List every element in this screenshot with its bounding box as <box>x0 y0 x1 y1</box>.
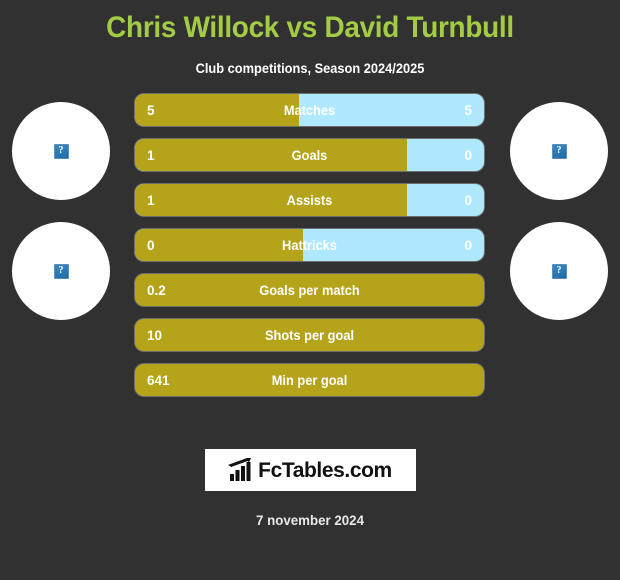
stat-left-value-shots-per-goal: 10 <box>147 327 163 343</box>
avatar-left-player: ? <box>12 102 110 200</box>
stat-row-hattricks: 0 Hattricks 0 <box>135 229 484 261</box>
stat-row-matches: 5 Matches 5 <box>135 94 484 126</box>
stat-left-value-goals-per-match: 0.2 <box>147 282 166 298</box>
avatar-left-club: ? <box>12 222 110 320</box>
stat-fill-goals-per-match <box>135 274 484 306</box>
stat-left-value-min-per-goal: 641 <box>147 372 170 388</box>
fctables-logo[interactable]: FcTables.com <box>204 449 416 491</box>
stat-row-goals: 1 Goals 0 <box>135 139 484 171</box>
broken-image-icon: ? <box>53 263 69 279</box>
stat-row-min-per-goal: 641 Min per goal <box>135 364 484 396</box>
stat-left-value-hattricks: 0 <box>147 237 155 253</box>
stat-row-assists: 1 Assists 0 <box>135 184 484 216</box>
right-player-column: ? ? <box>496 94 620 404</box>
stat-row-goals-per-match: 0.2 Goals per match <box>135 274 484 306</box>
stat-left-value-assists: 1 <box>147 192 155 208</box>
page-subtitle: Club competitions, Season 2024/2025 <box>195 61 425 76</box>
broken-image-icon: ? <box>551 143 567 159</box>
stat-right-value-matches: 5 <box>464 102 472 118</box>
broken-image-icon: ? <box>53 143 69 159</box>
stat-fill-assists <box>135 184 408 216</box>
stat-row-shots-per-goal: 10 Shots per goal <box>135 319 484 351</box>
stat-right-value-hattricks: 0 <box>464 237 472 253</box>
stat-fill-goals <box>135 139 408 171</box>
comparison-board: ? ? 5 Matches 5 1 Goals 0 1 Assists 0 0 … <box>0 94 620 404</box>
stat-fill-shots-per-goal <box>135 319 484 351</box>
stat-left-value-goals: 1 <box>147 147 155 163</box>
stat-right-value-goals: 0 <box>464 147 472 163</box>
page-title: Chris Willock vs David Turnbull <box>106 11 514 44</box>
avatar-right-player: ? <box>510 102 608 200</box>
stat-fill-min-per-goal <box>135 364 484 396</box>
stat-fill-hattricks <box>135 229 303 261</box>
report-date: 7 november 2024 <box>256 512 364 528</box>
broken-image-icon: ? <box>551 263 567 279</box>
stat-right-value-assists: 0 <box>464 192 472 208</box>
footer: FcTables.com 7 november 2024 <box>0 449 620 528</box>
stat-bars-list: 5 Matches 5 1 Goals 0 1 Assists 0 0 Hatt… <box>135 94 484 409</box>
left-player-column: ? ? <box>0 94 124 404</box>
bar-chart-arrow-icon <box>228 458 252 481</box>
fctables-logo-text: FcTables.com <box>258 458 392 482</box>
stat-left-value-matches: 5 <box>147 102 155 118</box>
avatar-right-club: ? <box>510 222 608 320</box>
stat-fill-matches <box>135 94 300 126</box>
